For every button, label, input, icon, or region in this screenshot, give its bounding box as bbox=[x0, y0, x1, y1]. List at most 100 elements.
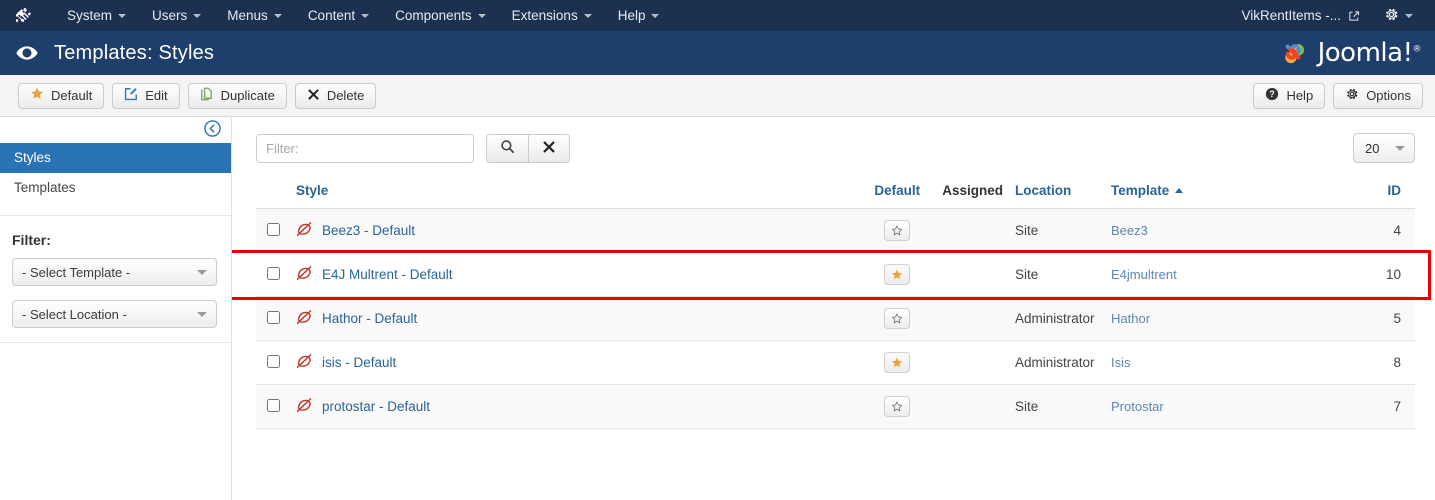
action-toolbar: Default Edit Duplicate Delete ? Help Opt… bbox=[0, 75, 1435, 117]
help-button[interactable]: ? Help bbox=[1253, 82, 1326, 109]
delete-button[interactable]: Delete bbox=[294, 82, 377, 109]
default-star-outline-icon[interactable] bbox=[884, 396, 911, 417]
row-template-cell: Protostar bbox=[1105, 384, 1355, 429]
style-link[interactable]: protostar - Default bbox=[322, 399, 430, 414]
chevron-down-icon bbox=[193, 13, 202, 18]
table-row: isis - Default Administrator Isis 8 bbox=[256, 340, 1415, 385]
column-header-label: Default bbox=[874, 183, 921, 198]
admin-settings-menu[interactable] bbox=[1368, 7, 1423, 25]
template-link[interactable]: Beez3 bbox=[1111, 223, 1148, 238]
chevron-down-icon bbox=[651, 13, 660, 18]
menu-item-label: Help bbox=[617, 8, 646, 23]
menu-item-label: Users bbox=[152, 8, 188, 23]
template-link[interactable]: Hathor bbox=[1111, 311, 1150, 326]
style-link[interactable]: isis - Default bbox=[322, 355, 396, 370]
button-label: Duplicate bbox=[220, 88, 275, 103]
menu-item-components[interactable]: Components bbox=[382, 0, 499, 31]
menu-item-label: Menus bbox=[227, 8, 268, 23]
row-assigned-cell bbox=[936, 340, 1009, 385]
row-style-cell: isis - Default bbox=[290, 340, 859, 385]
row-assigned-cell bbox=[936, 208, 1009, 253]
style-link[interactable]: Beez3 - Default bbox=[322, 223, 415, 238]
menu-item-label: Content bbox=[307, 8, 356, 23]
site-preview-link[interactable]: VikRentItems -... bbox=[1233, 8, 1368, 23]
menu-item-help[interactable]: Help bbox=[605, 0, 673, 31]
copy-icon bbox=[200, 87, 214, 104]
column-header-id[interactable]: ID bbox=[1355, 177, 1415, 209]
table-row: Hathor - Default Administrator Hathor 5 bbox=[256, 296, 1415, 341]
search-button[interactable] bbox=[486, 133, 528, 163]
sidebar-collapse-row bbox=[0, 117, 231, 143]
chevron-down-icon bbox=[583, 13, 592, 18]
select-template-value: - Select Template - bbox=[22, 264, 131, 280]
row-id-cell: 8 bbox=[1355, 340, 1415, 385]
joomla-logo: Joomla!® bbox=[1276, 35, 1421, 72]
row-checkbox[interactable] bbox=[266, 354, 280, 368]
search-input[interactable] bbox=[256, 133, 474, 163]
menu-item-menus[interactable]: Menus bbox=[214, 0, 295, 31]
column-header-label: Assigned bbox=[942, 183, 1003, 198]
default-star-filled-icon[interactable] bbox=[884, 264, 911, 285]
row-assigned-cell bbox=[936, 252, 1009, 297]
row-id-cell: 10 bbox=[1355, 252, 1415, 297]
default-star-filled-icon[interactable] bbox=[884, 352, 911, 373]
joomla-mark-icon[interactable] bbox=[14, 5, 36, 27]
row-id-cell: 4 bbox=[1355, 208, 1415, 253]
select-location-dropdown[interactable]: - Select Location - bbox=[12, 300, 217, 328]
default-button[interactable]: Default bbox=[18, 82, 105, 109]
chevron-left-circle-icon[interactable] bbox=[204, 120, 221, 140]
table-header-row: Style Default Assigned Location Template bbox=[256, 177, 1415, 209]
joomla-pinwheel-icon bbox=[1276, 35, 1310, 72]
style-link[interactable]: E4J Multrent - Default bbox=[322, 267, 453, 282]
row-style-cell: Beez3 - Default bbox=[290, 208, 859, 253]
menu-item-extensions[interactable]: Extensions bbox=[499, 0, 605, 31]
default-star-outline-icon[interactable] bbox=[884, 220, 911, 241]
button-label: Help bbox=[1286, 88, 1314, 103]
template-link[interactable]: E4jmultrent bbox=[1111, 267, 1177, 282]
menu-item-content[interactable]: Content bbox=[295, 0, 382, 31]
chevron-down-icon bbox=[118, 13, 127, 18]
menu-item-system[interactable]: System bbox=[54, 0, 139, 31]
page-body: Styles Templates Filter: - Select Templa… bbox=[0, 117, 1435, 500]
sidebar-item-templates[interactable]: Templates bbox=[0, 173, 231, 203]
row-assigned-cell bbox=[936, 296, 1009, 341]
chevron-down-icon bbox=[197, 312, 207, 317]
chevron-down-icon bbox=[477, 13, 486, 18]
menu-item-label: Components bbox=[395, 8, 472, 23]
toolbar-right-group: ? Help Options bbox=[1245, 82, 1423, 109]
gear-icon bbox=[1384, 7, 1399, 25]
style-link[interactable]: Hathor - Default bbox=[322, 311, 417, 326]
row-style-cell: E4J Multrent - Default bbox=[290, 252, 859, 297]
styles-table: Style Default Assigned Location Template bbox=[256, 177, 1415, 429]
column-header-location[interactable]: Location bbox=[1009, 177, 1105, 209]
column-header-style[interactable]: Style bbox=[290, 177, 859, 209]
question-circle-icon: ? bbox=[1265, 87, 1279, 104]
template-link[interactable]: Isis bbox=[1111, 355, 1131, 370]
template-link[interactable]: Protostar bbox=[1111, 399, 1164, 414]
row-checkbox[interactable] bbox=[266, 222, 280, 236]
select-template-dropdown[interactable]: - Select Template - bbox=[12, 258, 217, 286]
button-label: Edit bbox=[145, 88, 168, 103]
sidebar-filter-heading: Filter: bbox=[12, 232, 51, 248]
page-header: Templates: Styles Joomla!® bbox=[0, 31, 1435, 75]
row-select-cell bbox=[256, 296, 290, 341]
sidebar: Styles Templates Filter: - Select Templa… bbox=[0, 117, 232, 500]
list-limit-dropdown[interactable]: 20 bbox=[1353, 133, 1415, 163]
x-icon bbox=[542, 140, 556, 157]
row-checkbox[interactable] bbox=[266, 310, 280, 324]
options-button[interactable]: Options bbox=[1333, 82, 1423, 109]
column-header-default[interactable]: Default bbox=[858, 177, 937, 209]
clear-filter-button[interactable] bbox=[528, 133, 570, 163]
row-checkbox[interactable] bbox=[266, 266, 280, 280]
column-header-template[interactable]: Template bbox=[1105, 177, 1355, 209]
duplicate-button[interactable]: Duplicate bbox=[187, 82, 287, 109]
chevron-down-icon bbox=[1395, 146, 1405, 151]
row-checkbox[interactable] bbox=[266, 398, 280, 412]
site-name-label: VikRentItems -... bbox=[1241, 8, 1341, 23]
sidebar-item-label: Templates bbox=[14, 180, 76, 195]
default-star-outline-icon[interactable] bbox=[884, 308, 911, 329]
sidebar-item-styles[interactable]: Styles bbox=[0, 143, 231, 173]
edit-button[interactable]: Edit bbox=[112, 82, 180, 109]
button-label: Default bbox=[51, 88, 93, 103]
menu-item-users[interactable]: Users bbox=[139, 0, 214, 31]
